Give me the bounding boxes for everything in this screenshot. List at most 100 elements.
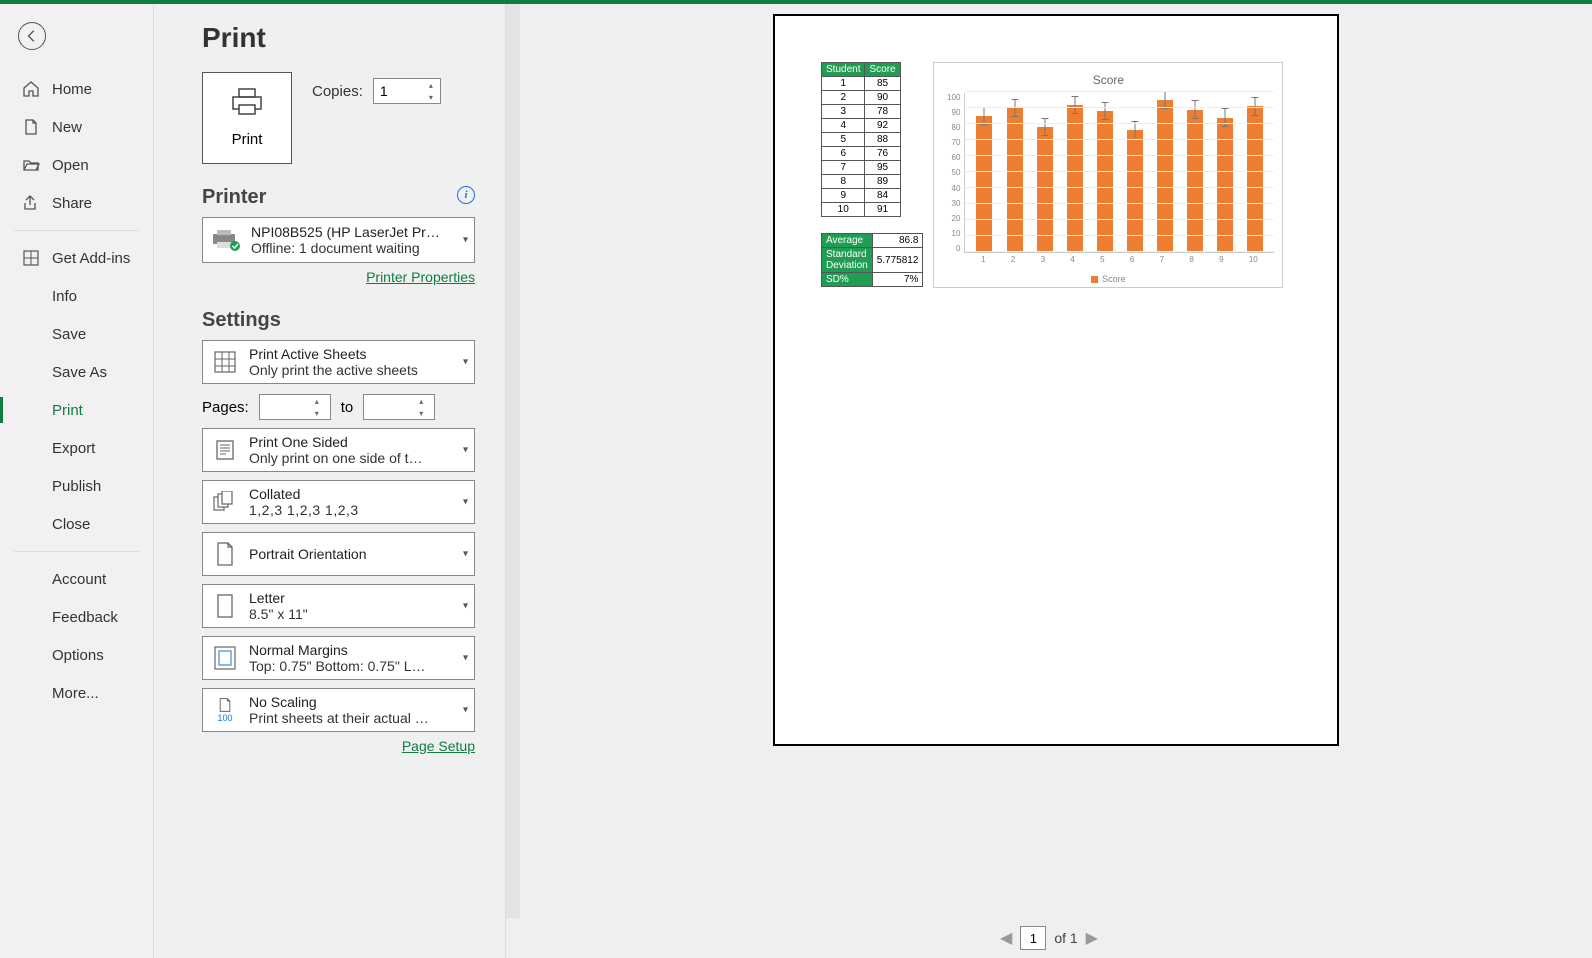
- chevron-down-icon: ▾: [463, 357, 468, 368]
- nav-info[interactable]: Info: [0, 277, 153, 315]
- nav-print[interactable]: Print: [0, 391, 153, 429]
- nav-label: Save As: [52, 364, 107, 381]
- portrait-icon: [211, 540, 239, 568]
- paper-icon: [211, 592, 239, 620]
- nav-account[interactable]: Account: [0, 560, 153, 598]
- chart-legend: Score: [942, 274, 1274, 284]
- pages-from-spinner[interactable]: ▴▾: [259, 394, 331, 420]
- pages-label: Pages:: [202, 399, 249, 416]
- prev-page-button[interactable]: ◀: [1000, 928, 1012, 948]
- pages-to-label: to: [341, 399, 354, 416]
- setting-scaling[interactable]: 100 No Scaling Print sheets at their act…: [202, 688, 475, 732]
- copies-spinner[interactable]: ▴▾: [373, 78, 441, 104]
- printer-status-icon: [211, 229, 241, 251]
- nav-export[interactable]: Export: [0, 429, 153, 467]
- nav-label: Info: [52, 288, 77, 305]
- pager: ◀ of 1 ▶: [506, 918, 1592, 958]
- nav-feedback[interactable]: Feedback: [0, 598, 153, 636]
- setting-paper-size[interactable]: Letter 8.5" x 11" ▾: [202, 584, 475, 628]
- chart: Score 1009080706050403020100 12345678910…: [933, 62, 1283, 288]
- margins-icon: [211, 644, 239, 672]
- nav-label: Home: [52, 81, 92, 98]
- page-number-input[interactable]: [1020, 926, 1046, 950]
- setting-sides[interactable]: Print One Sided Only print on one side o…: [202, 428, 475, 472]
- nav-save[interactable]: Save: [0, 315, 153, 353]
- setting-collate[interactable]: Collated 1,2,3 1,2,3 1,2,3 ▾: [202, 480, 475, 524]
- page-title: Print: [202, 22, 475, 54]
- printer-properties-link[interactable]: Printer Properties: [366, 269, 475, 285]
- share-icon: [22, 194, 40, 212]
- chart-title: Score: [942, 73, 1274, 87]
- page-of-label: of 1: [1054, 930, 1077, 946]
- nav-label: Share: [52, 195, 92, 212]
- spin-up[interactable]: ▴: [422, 79, 440, 91]
- pages-from-input[interactable]: [260, 399, 308, 415]
- nav-close[interactable]: Close: [0, 505, 153, 543]
- printer-section-title: Printer i: [202, 186, 475, 209]
- nav-label: Account: [52, 571, 106, 588]
- printer-icon: [230, 88, 264, 121]
- nav-get-addins[interactable]: Get Add-ins: [0, 239, 153, 277]
- home-icon: [22, 80, 40, 98]
- chevron-down-icon: ▾: [463, 549, 468, 560]
- chevron-down-icon: ▾: [463, 601, 468, 612]
- copies-label: Copies:: [312, 83, 363, 100]
- page-setup-link[interactable]: Page Setup: [402, 738, 475, 754]
- nav-label: Open: [52, 157, 89, 174]
- pages-to-spinner[interactable]: ▴▾: [363, 394, 435, 420]
- scaling-icon: 100: [211, 696, 239, 724]
- nav-publish[interactable]: Publish: [0, 467, 153, 505]
- nav-label: Publish: [52, 478, 101, 495]
- scrollbar[interactable]: [506, 4, 520, 918]
- stats-table: Average86.8StandardDeviation5.775812SD%7…: [821, 233, 923, 287]
- info-icon[interactable]: i: [457, 186, 475, 204]
- nav-home[interactable]: Home: [0, 70, 153, 108]
- sheets-icon: [211, 348, 239, 376]
- nav-save-as[interactable]: Save As: [0, 353, 153, 391]
- addins-icon: [22, 249, 40, 267]
- nav-more[interactable]: More...: [0, 674, 153, 712]
- nav-label: Options: [52, 647, 104, 664]
- nav-new[interactable]: New: [0, 108, 153, 146]
- x-axis: 12345678910: [942, 253, 1274, 264]
- nav-share[interactable]: Share: [0, 184, 153, 222]
- nav-label: Print: [52, 402, 83, 419]
- setting-margins[interactable]: Normal Margins Top: 0.75" Bottom: 0.75" …: [202, 636, 475, 680]
- data-table: StudentScore 185290378492588676795889984…: [821, 62, 901, 217]
- y-axis: 1009080706050403020100: [942, 93, 964, 253]
- nav-label: More...: [52, 685, 99, 702]
- chevron-down-icon: ▾: [463, 497, 468, 508]
- back-button[interactable]: [18, 22, 46, 50]
- printer-name: NPI08B525 (HP LaserJet Profe...: [251, 224, 441, 240]
- next-page-button[interactable]: ▶: [1086, 928, 1098, 948]
- chevron-down-icon: ▾: [463, 705, 468, 716]
- nav-label: New: [52, 119, 82, 136]
- open-icon: [22, 156, 40, 174]
- printer-selector[interactable]: NPI08B525 (HP LaserJet Profe... Offline:…: [202, 217, 475, 263]
- chevron-down-icon: ▾: [463, 235, 468, 246]
- setting-orientation[interactable]: Portrait Orientation ▾: [202, 532, 475, 576]
- print-controls: Print Print Copies: ▴▾ Printer i: [154, 4, 506, 958]
- nav-label: Export: [52, 440, 95, 457]
- pages-to-input[interactable]: [364, 399, 412, 415]
- settings-section-title: Settings: [202, 309, 475, 332]
- chevron-down-icon: ▾: [463, 653, 468, 664]
- nav-label: Save: [52, 326, 86, 343]
- copies-input[interactable]: [374, 83, 422, 99]
- preview-area: StudentScore 185290378492588676795889984…: [506, 4, 1592, 958]
- preview-page: StudentScore 185290378492588676795889984…: [773, 14, 1339, 746]
- print-button-label: Print: [232, 131, 263, 148]
- nav-label: Feedback: [52, 609, 118, 626]
- backstage-sidebar: Home New Open Share Get Add-ins Info Sav…: [0, 4, 154, 958]
- new-icon: [22, 118, 40, 136]
- nav-label: Get Add-ins: [52, 250, 130, 267]
- printer-status: Offline: 1 document waiting: [251, 240, 441, 256]
- nav-open[interactable]: Open: [0, 146, 153, 184]
- plot-area: [964, 93, 1274, 253]
- nav-options[interactable]: Options: [0, 636, 153, 674]
- spin-down[interactable]: ▾: [422, 91, 440, 103]
- print-button[interactable]: Print: [202, 72, 292, 164]
- nav-label: Close: [52, 516, 90, 533]
- setting-print-what[interactable]: Print Active Sheets Only print the activ…: [202, 340, 475, 384]
- one-sided-icon: [211, 436, 239, 464]
